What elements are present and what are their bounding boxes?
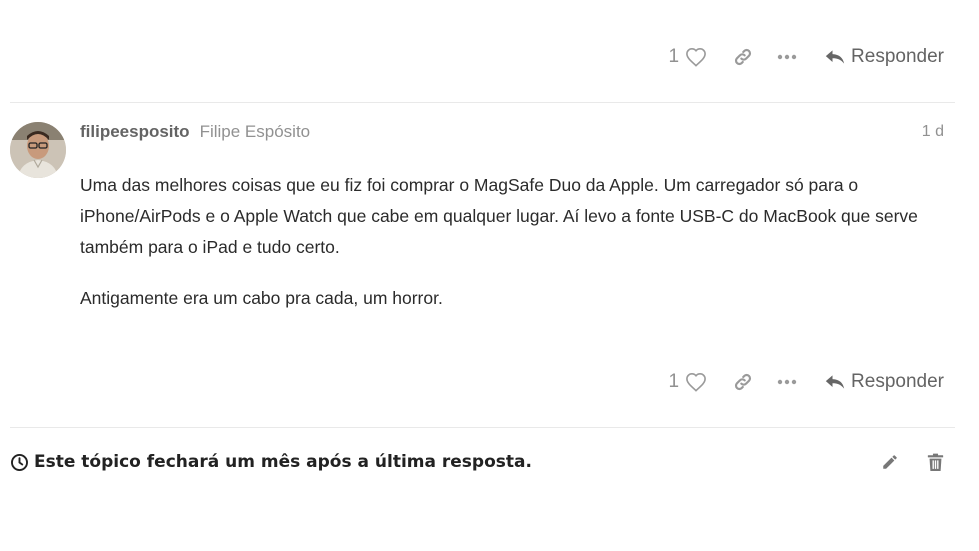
post-body: Uma das melhores coisas que eu fiz foi c… [80,170,940,334]
delete-timer-button[interactable] [927,453,944,472]
avatar[interactable] [10,122,66,178]
link-icon [735,48,752,66]
reply-arrow-icon [825,50,845,64]
edit-timer-button[interactable] [881,453,899,472]
topic-timer-notice: Este tópico fechará um mês após a última… [10,452,532,472]
reply-button[interactable]: Responder [825,371,944,393]
copy-link-button[interactable] [733,47,753,67]
reply-label: Responder [851,371,944,392]
trash-icon [927,453,944,471]
clock-icon [11,453,28,471]
username[interactable]: filipeesposito [80,122,190,142]
reply-button[interactable]: Responder [825,46,944,68]
post-actions-top: 1 Responder [668,42,944,72]
post-actions-bottom: 1 Responder [668,367,944,397]
more-options-button[interactable] [777,379,797,385]
link-icon [735,373,752,391]
heart-icon [686,372,706,392]
like-count: 1 [668,371,680,392]
more-options-button[interactable] [777,54,797,60]
post-paragraph: Uma das melhores coisas que eu fiz foi c… [80,175,918,257]
ellipsis-icon [777,379,797,385]
divider [10,102,955,103]
post-date[interactable]: 1 d [922,123,944,141]
reply-label: Responder [851,46,944,67]
reply-arrow-icon [825,375,845,389]
copy-link-button[interactable] [733,372,753,392]
like-button[interactable]: 1 [668,371,707,393]
ellipsis-icon [777,54,797,60]
like-count: 1 [668,46,680,67]
post-paragraph: Antigamente era um cabo pra cada, um hor… [80,288,443,308]
topic-timer-message: Este tópico fechará um mês após a última… [34,452,532,472]
topic-timer-tools [881,453,944,472]
full-name: Filipe Espósito [199,122,311,141]
like-button[interactable]: 1 [668,46,707,68]
divider [10,427,955,428]
post-meta: filipeesposito Filipe Espósito 1 d [80,120,944,144]
pencil-icon [883,455,897,469]
heart-icon [686,47,706,67]
